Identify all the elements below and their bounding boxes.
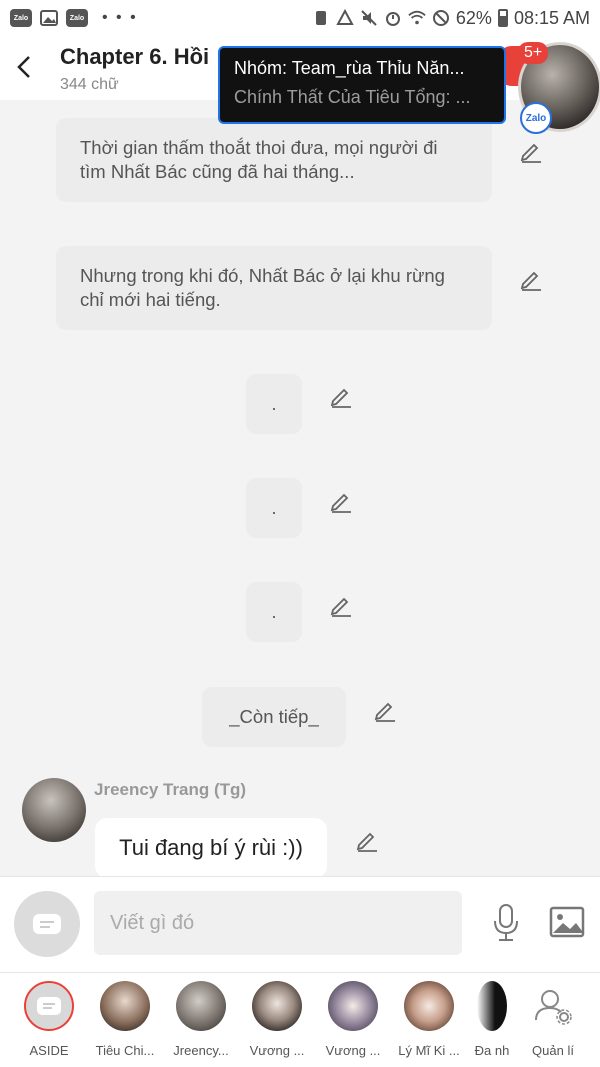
comment-author: Jreency Trang (Tg) bbox=[94, 780, 247, 799]
avatar bbox=[100, 981, 150, 1031]
battery-icon bbox=[497, 9, 508, 27]
notification-title: Nhóm: Team_rùa Thỉu Năn... bbox=[234, 58, 465, 78]
edit-pencil-icon[interactable] bbox=[328, 383, 354, 409]
avatar bbox=[176, 981, 226, 1031]
bottom-item-label: Vương ... bbox=[249, 1043, 305, 1058]
zalo-app-icon: Zalo bbox=[10, 9, 32, 27]
no-signal-icon bbox=[432, 9, 450, 27]
avatar bbox=[252, 981, 302, 1031]
more-notifications-icon: • • • bbox=[102, 9, 138, 26]
bottom-item-aside[interactable]: ASIDE bbox=[13, 981, 85, 1058]
bottom-item-contact[interactable]: Jreency... bbox=[165, 981, 237, 1058]
manage-icon bbox=[528, 981, 578, 1031]
avatar bbox=[404, 981, 454, 1031]
clock-time: 08:15 AM bbox=[513, 7, 590, 28]
bottom-item-label: Jreency... bbox=[173, 1043, 229, 1058]
story-paragraph: . bbox=[246, 582, 302, 642]
message-composer bbox=[0, 876, 600, 972]
zalo-icon: Zalo bbox=[520, 102, 552, 134]
story-paragraph: . bbox=[246, 478, 302, 538]
alarm-icon bbox=[384, 9, 402, 27]
mute-icon bbox=[360, 9, 378, 27]
avatar bbox=[477, 981, 507, 1031]
edit-pencil-icon[interactable] bbox=[518, 266, 544, 292]
bottom-item-label: ASIDE bbox=[29, 1043, 69, 1058]
bottom-item-label: Quản lí bbox=[532, 1043, 574, 1058]
bottom-item-label: Đa nh bbox=[474, 1043, 510, 1058]
image-upload-icon[interactable] bbox=[548, 905, 586, 939]
story-paragraph: Nhưng trong khi đó, Nhất Bác ở lại khu r… bbox=[56, 246, 492, 330]
message-input[interactable] bbox=[94, 891, 462, 955]
author-avatar[interactable] bbox=[22, 778, 86, 842]
recycle-icon bbox=[336, 9, 354, 27]
to-be-continued: _Còn tiếp_ bbox=[202, 687, 346, 747]
gallery-icon bbox=[40, 9, 58, 27]
edit-pencil-icon[interactable] bbox=[328, 488, 354, 514]
word-count: 344 chữ bbox=[60, 76, 119, 93]
avatar bbox=[328, 981, 378, 1031]
bottom-item-contact[interactable]: Đa nh bbox=[469, 981, 515, 1058]
bottom-item-label: Lý Mĩ Ki ... bbox=[398, 1043, 460, 1058]
accessibility-icon bbox=[312, 9, 330, 27]
bottom-item-label: Vương ... bbox=[325, 1043, 381, 1058]
edit-pencil-icon[interactable] bbox=[372, 697, 398, 723]
story-paragraph: . bbox=[246, 374, 302, 434]
battery-percent: 62% bbox=[455, 7, 492, 28]
chapter-title: Chapter 6. Hồi bbox=[60, 44, 210, 69]
bottom-item-contact[interactable]: Lý Mĩ Ki ... bbox=[393, 981, 465, 1058]
edit-pencil-icon[interactable] bbox=[328, 592, 354, 618]
bottom-item-contact[interactable]: Tiêu Chi... bbox=[89, 981, 161, 1058]
bottom-item-contact[interactable]: Vương ... bbox=[317, 981, 389, 1058]
bottom-item-label: Tiêu Chi... bbox=[95, 1043, 155, 1058]
back-arrow-icon[interactable] bbox=[12, 52, 36, 82]
aside-toggle-button[interactable] bbox=[14, 891, 80, 957]
story-paragraph: Thời gian thấm thoắt thoi đưa, mọi người… bbox=[56, 118, 492, 202]
bottom-chat-bar: ASIDE Tiêu Chi... Jreency... Vương ... V… bbox=[0, 972, 600, 1067]
notification-text: Chính Thất Của Tiêu Tổng: ... bbox=[234, 87, 471, 107]
status-bar: Zalo Zalo • • • 62% 08:15 AM bbox=[0, 0, 600, 36]
edit-pencil-icon[interactable] bbox=[354, 827, 380, 853]
aside-icon bbox=[24, 981, 74, 1031]
unread-count-badge: 5+ bbox=[518, 42, 549, 64]
notification-popup[interactable]: Nhóm: Team_rùa Thỉu Năn... Chính Thất Củ… bbox=[218, 46, 506, 124]
wifi-icon bbox=[408, 9, 426, 27]
comment-bubble: Tui đang bí ý rùi :)) bbox=[95, 818, 327, 878]
microphone-icon[interactable] bbox=[488, 901, 524, 945]
edit-pencil-icon[interactable] bbox=[518, 138, 544, 164]
bottom-item-contact[interactable]: Vương ... bbox=[241, 981, 313, 1058]
zalo-app-icon-2: Zalo bbox=[66, 9, 88, 27]
bottom-item-manage[interactable]: Quản lí bbox=[517, 981, 589, 1058]
